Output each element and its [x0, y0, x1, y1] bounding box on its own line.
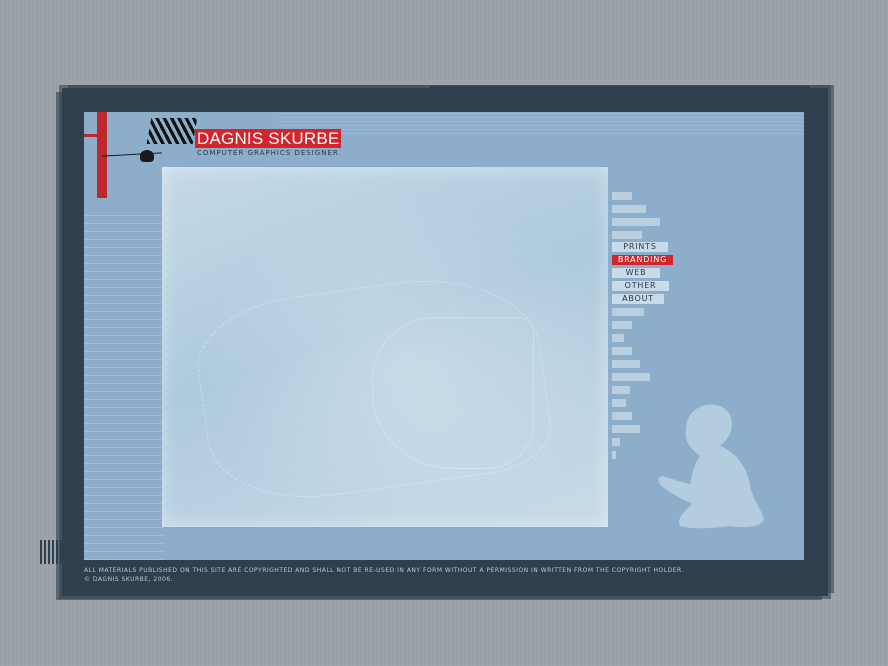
pin-icon [140, 150, 154, 162]
decorative-bar [612, 451, 616, 459]
brush-stroke-icon [146, 118, 198, 144]
nav-item-branding[interactable]: BRANDING [612, 255, 673, 265]
site-title[interactable]: DAGNIS SKURBE [195, 129, 342, 148]
header-texture [279, 112, 804, 134]
panel-texture [84, 212, 164, 560]
frame-texture [40, 540, 66, 564]
nav-item-web[interactable]: WEB [612, 268, 660, 278]
image-texture [372, 317, 534, 469]
decorative-bar [612, 192, 632, 200]
footer: ALL MATERIALS PUBLISHED ON THIS SITE ARE… [84, 566, 684, 584]
decorative-bar [612, 373, 650, 381]
decorative-bar [612, 347, 632, 355]
decorative-bar [612, 425, 640, 433]
nav-item-about[interactable]: ABOUT [612, 294, 664, 304]
site-tagline: COMPUTER GRAPHICS DESIGNER [197, 149, 339, 157]
decorative-bar [612, 438, 620, 446]
decorative-bar [612, 321, 632, 329]
nav-item-other[interactable]: OTHER [612, 281, 669, 291]
logo-red-hook [84, 134, 103, 151]
nav-item-prints[interactable]: PRINTS [612, 242, 668, 252]
decorative-bar [612, 360, 640, 368]
decorative-bar [612, 205, 646, 213]
content-panel: DAGNIS SKURBE COMPUTER GRAPHICS DESIGNER… [84, 112, 804, 560]
decorative-bar [612, 412, 632, 420]
featured-image [162, 167, 608, 527]
copyright-line: © DAGNIS SKURBE, 2006. [84, 576, 174, 583]
decorative-bar [612, 308, 644, 316]
child-silhouette-icon [658, 404, 764, 529]
decorative-bar [612, 386, 630, 394]
decorative-bar [612, 218, 660, 226]
copyright-notice: ALL MATERIALS PUBLISHED ON THIS SITE ARE… [84, 567, 684, 574]
decorative-bar [612, 334, 624, 342]
decorative-bar [612, 399, 626, 407]
decorative-bar [612, 231, 642, 239]
